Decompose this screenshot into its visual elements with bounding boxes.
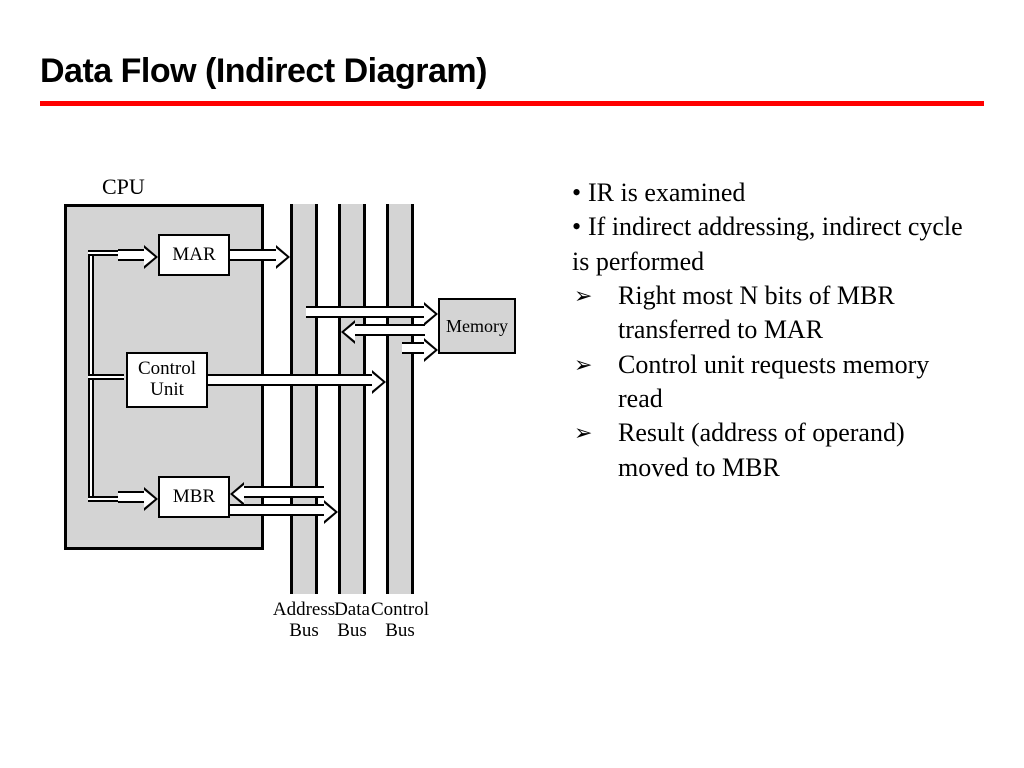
arrow-mbr-to-databus (230, 504, 324, 516)
bullet-item: IR is examined (572, 176, 972, 210)
bullet-item: If indirect addressing, indirect cycle i… (572, 210, 972, 279)
title-underline (40, 101, 984, 106)
data-bus (338, 204, 366, 594)
memory-block: Memory (438, 298, 516, 354)
arrow-to-mbr (118, 491, 144, 503)
arrow-controlbus-memory (402, 342, 424, 354)
arrow-cu-controlbus (208, 374, 372, 386)
control-bus (386, 204, 414, 594)
arrow-databus-to-mbr (244, 486, 324, 498)
arrow-to-mar (118, 249, 144, 261)
sub-bullet-item: Control unit requests memory read (572, 348, 972, 417)
arrow-mar-addrbus (230, 249, 276, 261)
cpu-internal-wire (88, 496, 118, 502)
address-bus (290, 204, 318, 594)
sub-bullet-item: Right most N bits of MBR transferred to … (572, 279, 972, 348)
arrow-addrbus-memory (306, 306, 424, 318)
notes-panel: IR is examined If indirect addressing, i… (572, 176, 972, 485)
mar-block: MAR (158, 234, 230, 276)
cpu-label: CPU (102, 174, 145, 200)
control-bus-label: ControlBus (364, 600, 436, 642)
slide-title: Data Flow (Indirect Diagram) (0, 0, 1024, 101)
sub-bullet-item: Result (address of operand) moved to MBR (572, 416, 972, 485)
cpu-internal-wire (88, 374, 124, 380)
cpu-internal-wire (88, 250, 118, 256)
control-unit-block: ControlUnit (126, 352, 208, 408)
arrow-memory-databus (355, 324, 425, 336)
mbr-block: MBR (158, 476, 230, 518)
diagram-area: AddressBus DataBus ControlBus CPU MAR Co… (50, 166, 550, 646)
